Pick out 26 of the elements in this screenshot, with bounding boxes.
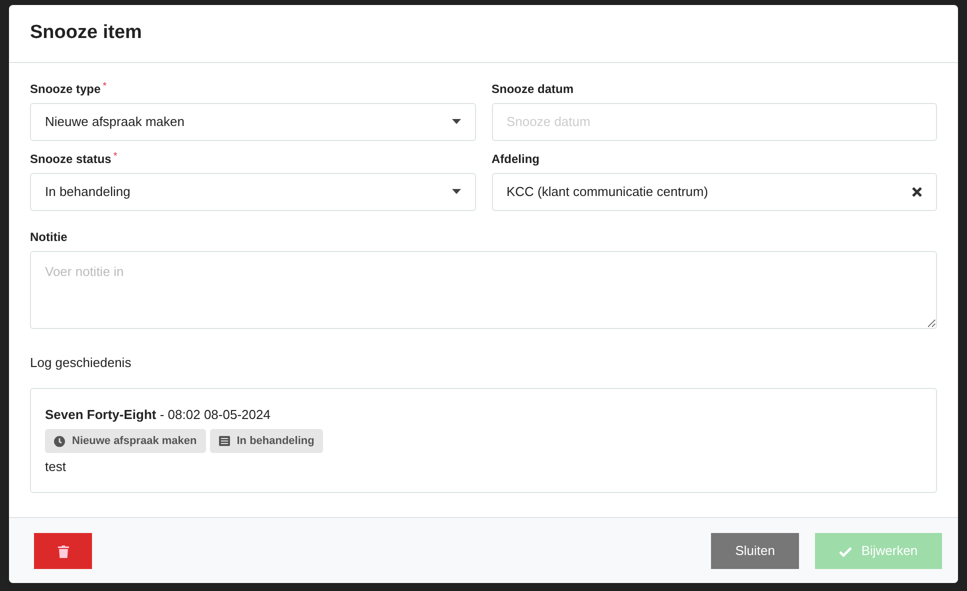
caret-icon — [452, 189, 460, 194]
close-button[interactable]: Sluiten — [711, 533, 799, 569]
log-tag: Nieuwe afspraak maken — [45, 428, 206, 454]
delete-button[interactable] — [34, 533, 92, 569]
log-entry-header: Seven Forty-Eight - 08:02 08-05-2024 — [45, 406, 272, 424]
clear-icon[interactable] — [912, 186, 922, 197]
field-label: Notitie — [30, 228, 68, 246]
caret-icon — [452, 119, 460, 124]
field-label: Afdeling — [492, 150, 540, 168]
clock-icon — [54, 436, 65, 447]
modal-title: Snooze item — [30, 22, 143, 45]
department-field[interactable]: KCC (klant communicatie centrum) — [492, 172, 937, 211]
field-label: Snooze datum — [492, 80, 574, 98]
log-entry-text: test — [45, 458, 67, 476]
required-marker: * — [102, 80, 107, 92]
check-icon — [839, 546, 852, 557]
select-field[interactable]: In behandeling — [30, 172, 476, 211]
log-tag: In behandeling — [210, 428, 324, 454]
list-icon — [218, 436, 230, 446]
section-heading: Log geschiedenis — [30, 354, 132, 372]
field-label: Snooze type — [30, 80, 101, 98]
field-label: Snooze status — [30, 150, 112, 168]
note-textarea[interactable]: Voer notitie in — [30, 250, 937, 329]
trash-icon — [58, 545, 68, 558]
select-field[interactable]: Nieuwe afspraak maken — [30, 102, 476, 141]
required-marker: * — [113, 150, 118, 162]
